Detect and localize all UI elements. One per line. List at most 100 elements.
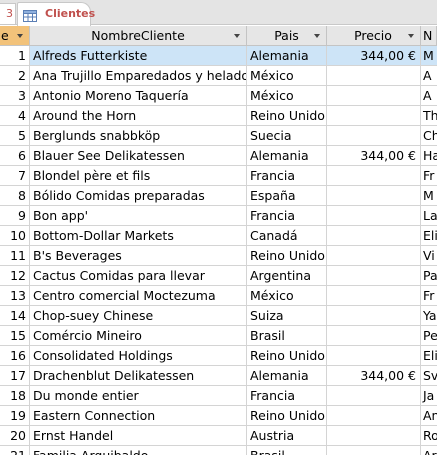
table-row[interactable]: 17 Drachenblut Delikatessen Alemania 344,00… xyxy=(0,366,437,386)
row-id-cell[interactable]: 11 xyxy=(0,246,30,266)
tab-previous[interactable]: 3 xyxy=(0,3,16,24)
column-header-pais[interactable]: Pais xyxy=(247,26,327,46)
next-column-cell[interactable]: Ha xyxy=(421,146,437,166)
table-row[interactable]: 9 Bon app' Francia La xyxy=(0,206,437,226)
nombrecliente-cell[interactable]: Alfreds Futterkiste xyxy=(30,46,247,66)
row-id-cell[interactable]: 20 xyxy=(0,426,30,446)
nombrecliente-cell[interactable]: Consolidated Holdings xyxy=(30,346,247,366)
table-row[interactable]: 12 Cactus Comidas para llevar Argentina Pa xyxy=(0,266,437,286)
row-id-cell[interactable]: 14 xyxy=(0,306,30,326)
nombrecliente-cell[interactable]: Eastern Connection xyxy=(30,406,247,426)
nombrecliente-cell[interactable]: Bon app' xyxy=(30,206,247,226)
nombrecliente-cell[interactable]: Berglunds snabbköp xyxy=(30,126,247,146)
precio-cell[interactable] xyxy=(327,106,421,126)
precio-cell[interactable] xyxy=(327,326,421,346)
nombrecliente-cell[interactable]: Bottom-Dollar Markets xyxy=(30,226,247,246)
pais-cell[interactable]: Alemania xyxy=(247,146,327,166)
nombrecliente-cell[interactable]: Chop-suey Chinese xyxy=(30,306,247,326)
pais-cell[interactable]: México xyxy=(247,86,327,106)
row-id-cell[interactable]: 9 xyxy=(0,206,30,226)
pais-cell[interactable]: España xyxy=(247,186,327,206)
column-header-id[interactable]: e xyxy=(0,26,30,46)
next-column-cell[interactable]: Eli xyxy=(421,346,437,366)
row-id-cell[interactable]: 5 xyxy=(0,126,30,146)
pais-cell[interactable]: Alemania xyxy=(247,366,327,386)
chevron-down-icon[interactable] xyxy=(314,34,320,38)
row-id-cell[interactable]: 19 xyxy=(0,406,30,426)
column-header-next[interactable]: N xyxy=(421,26,437,46)
nombrecliente-cell[interactable]: Comércio Mineiro xyxy=(30,326,247,346)
table-row[interactable]: 16 Consolidated Holdings Reino Unido Eli xyxy=(0,346,437,366)
nombrecliente-cell[interactable]: B's Beverages xyxy=(30,246,247,266)
row-id-cell[interactable]: 7 xyxy=(0,166,30,186)
pais-cell[interactable]: Reino Unido xyxy=(247,246,327,266)
nombrecliente-cell[interactable]: Antonio Moreno Taquería xyxy=(30,86,247,106)
precio-cell[interactable] xyxy=(327,286,421,306)
nombrecliente-cell[interactable]: Bólido Comidas preparadas xyxy=(30,186,247,206)
pais-cell[interactable]: México xyxy=(247,286,327,306)
table-row[interactable]: 6 Blauer See Delikatessen Alemania 344,00 €… xyxy=(0,146,437,166)
precio-cell[interactable] xyxy=(327,386,421,406)
table-row[interactable]: 19Eastern ConnectionReino Unido An xyxy=(0,406,437,426)
next-column-cell[interactable]: A xyxy=(421,66,437,86)
pais-cell[interactable]: Argentina xyxy=(247,266,327,286)
precio-cell[interactable] xyxy=(327,226,421,246)
pais-cell[interactable]: Brasil xyxy=(247,446,327,455)
next-column-cell[interactable]: Eli xyxy=(421,226,437,246)
pais-cell[interactable]: Francia xyxy=(247,386,327,406)
pais-cell[interactable]: Brasil xyxy=(247,326,327,346)
next-column-cell[interactable]: Ro xyxy=(421,426,437,446)
precio-cell[interactable] xyxy=(327,266,421,286)
nombrecliente-cell[interactable]: Blauer See Delikatessen xyxy=(30,146,247,166)
nombrecliente-cell[interactable]: Familia Arquibaldo xyxy=(30,446,247,455)
precio-cell[interactable] xyxy=(327,126,421,146)
chevron-down-icon[interactable] xyxy=(17,34,23,38)
row-id-cell[interactable]: 16 xyxy=(0,346,30,366)
next-column-cell[interactable]: Pe xyxy=(421,326,437,346)
next-column-cell[interactable]: Ja xyxy=(421,386,437,406)
table-row[interactable]: 1 Alfreds Futterkiste Alemania 344,00 € M xyxy=(0,46,437,66)
pais-cell[interactable]: México xyxy=(247,66,327,86)
table-row[interactable]: 2 Ana Trujillo Emparedados y helados Méxic… xyxy=(0,66,437,86)
tab-clientes[interactable]: Clientes xyxy=(17,2,95,26)
next-column-cell[interactable]: Th xyxy=(421,106,437,126)
nombrecliente-cell[interactable]: Ernst Handel xyxy=(30,426,247,446)
table-row[interactable]: 18 Du monde entier Francia Ja xyxy=(0,386,437,406)
next-column-cell[interactable]: Fr xyxy=(421,286,437,306)
row-id-cell[interactable]: 10 xyxy=(0,226,30,246)
precio-cell[interactable] xyxy=(327,406,421,426)
next-column-cell[interactable]: M xyxy=(421,46,437,66)
precio-cell[interactable] xyxy=(327,446,421,455)
next-column-cell[interactable]: Fr xyxy=(421,166,437,186)
chevron-down-icon[interactable] xyxy=(234,34,240,38)
pais-cell[interactable]: Austria xyxy=(247,426,327,446)
row-id-cell[interactable]: 15 xyxy=(0,326,30,346)
next-column-cell[interactable]: Ya xyxy=(421,306,437,326)
nombrecliente-cell[interactable]: Ana Trujillo Emparedados y helados xyxy=(30,66,247,86)
row-id-cell[interactable]: 4 xyxy=(0,106,30,126)
precio-cell[interactable] xyxy=(327,306,421,326)
table-row[interactable]: 15 Comércio Mineiro Brasil Pe xyxy=(0,326,437,346)
next-column-cell[interactable]: Sv xyxy=(421,366,437,386)
next-column-cell[interactable]: M xyxy=(421,186,437,206)
table-row[interactable]: 20Ernst HandelAustria Ro xyxy=(0,426,437,446)
row-id-cell[interactable]: 1 xyxy=(0,46,30,66)
precio-cell[interactable] xyxy=(327,206,421,226)
row-id-cell[interactable]: 13 xyxy=(0,286,30,306)
pais-cell[interactable]: Francia xyxy=(247,166,327,186)
table-row[interactable]: 10 Bottom-Dollar Markets Canadá Eli xyxy=(0,226,437,246)
next-column-cell[interactable]: Pa xyxy=(421,266,437,286)
precio-cell[interactable] xyxy=(327,186,421,206)
precio-cell[interactable]: 344,00 € xyxy=(327,146,421,166)
row-id-cell[interactable]: 12 xyxy=(0,266,30,286)
table-row[interactable]: 21Familia ArquibaldoBrasil Ar xyxy=(0,446,437,455)
precio-cell[interactable]: 344,00 € xyxy=(327,46,421,66)
row-id-cell[interactable]: 21 xyxy=(0,446,30,455)
table-row[interactable]: 7 Blondel père et fils Francia Fr xyxy=(0,166,437,186)
table-row[interactable]: 4Around the HornReino Unido Th xyxy=(0,106,437,126)
pais-cell[interactable]: Reino Unido xyxy=(247,106,327,126)
nombrecliente-cell[interactable]: Around the Horn xyxy=(30,106,247,126)
pais-cell[interactable]: Suiza xyxy=(247,306,327,326)
precio-cell[interactable] xyxy=(327,86,421,106)
table-row[interactable]: 14 Chop-suey Chinese Suiza Ya xyxy=(0,306,437,326)
